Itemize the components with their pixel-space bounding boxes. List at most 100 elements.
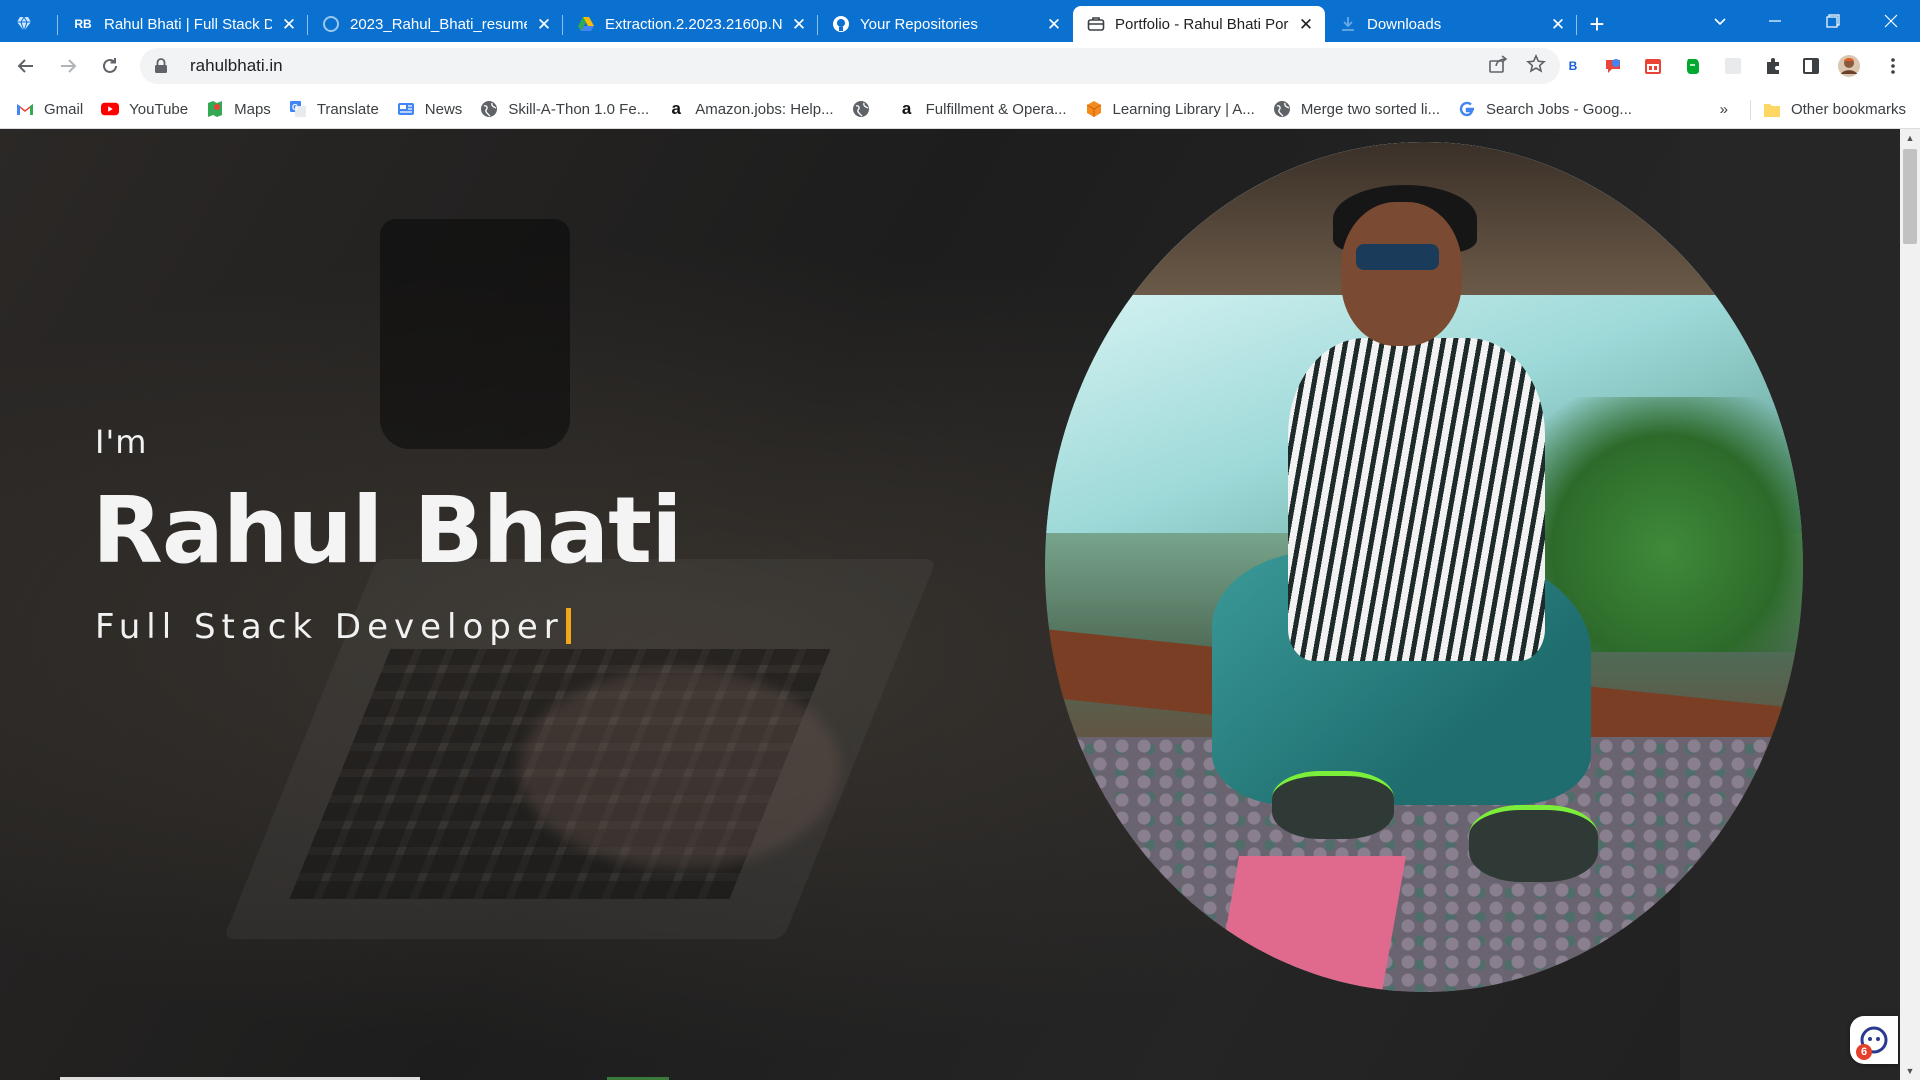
lock-icon[interactable] <box>154 58 172 74</box>
back-button[interactable] <box>6 46 46 86</box>
scroll-up-arrow[interactable]: ▲ <box>1900 129 1920 147</box>
reload-button[interactable] <box>90 46 130 86</box>
tab-title: Extraction.2.2023.2160p.N <box>605 15 782 33</box>
chat-extension-icon[interactable] <box>1598 42 1628 90</box>
bookmark-maps[interactable]: Maps <box>206 100 271 118</box>
side-panel-icon[interactable] <box>1796 42 1826 90</box>
tab-search-button[interactable] <box>1700 0 1740 42</box>
restore-button[interactable] <box>1810 0 1856 42</box>
calendar-extension-icon[interactable] <box>1638 42 1668 90</box>
restore-icon <box>1826 14 1840 28</box>
globe-icon <box>1273 100 1291 118</box>
scroll-down-arrow[interactable]: ▼ <box>1900 1062 1920 1080</box>
translate-icon: G <box>289 100 307 118</box>
bookmark-label: News <box>424 100 463 118</box>
tab-title: Downloads <box>1367 15 1442 33</box>
bookmarks-right: » Other bookmarks <box>1720 90 1906 129</box>
blank-extension-icon[interactable] <box>1718 42 1748 90</box>
background-hand <box>520 669 840 869</box>
hero-role-line: Full Stack Developer <box>95 607 571 647</box>
hero-role: Full Stack Developer <box>95 607 564 647</box>
profile-avatar[interactable] <box>1834 42 1864 90</box>
tab-downloads[interactable]: Downloads ✕ <box>1325 6 1577 42</box>
bookmark-label: Fulfillment & Opera... <box>925 100 1067 118</box>
globe-icon <box>852 100 870 118</box>
bookmark-globe[interactable] <box>852 100 880 118</box>
photo-shirt <box>1287 337 1546 661</box>
chat-notification-badge: 6 <box>1856 1044 1872 1060</box>
menu-kebab-icon[interactable] <box>1878 42 1908 90</box>
bookmark-youtube[interactable]: YouTube <box>101 100 188 118</box>
reload-icon <box>103 58 117 73</box>
bookmark-label: Learning Library | A... <box>1112 100 1255 118</box>
tab-portfolio[interactable]: Portfolio - Rahul Bhati Por ✕ <box>1073 6 1325 42</box>
page-scrollbar[interactable]: ▲ ▼ <box>1900 129 1920 1080</box>
bookmark-gmail[interactable]: Gmail <box>16 100 83 118</box>
new-tab-button[interactable]: + <box>1577 6 1617 42</box>
forward-button[interactable] <box>48 46 88 86</box>
tab-title: Portfolio - Rahul Bhati Por <box>1115 15 1289 33</box>
tab-title: Your Repositories <box>860 15 978 33</box>
github-icon <box>832 15 850 33</box>
google-icon <box>1458 100 1476 118</box>
tab-close-button[interactable]: ✕ <box>790 15 808 33</box>
bookmark-label: Amazon.jobs: Help... <box>695 100 834 118</box>
bookmarks-divider <box>1749 99 1751 120</box>
bookmark-learning-library[interactable]: Learning Library | A... <box>1085 100 1255 118</box>
globe-icon <box>480 100 498 118</box>
tab-pinned[interactable] <box>0 6 58 42</box>
evernote-extension-icon[interactable] <box>1678 42 1708 90</box>
tab-close-button[interactable]: ✕ <box>1549 15 1567 33</box>
photo-sunglasses <box>1355 244 1440 270</box>
bookmark-merge-sorted[interactable]: Merge two sorted li... <box>1273 100 1440 118</box>
close-window-button[interactable] <box>1868 0 1914 42</box>
close-icon <box>1884 14 1898 28</box>
bookmarks-overflow-button[interactable]: » <box>1720 101 1728 118</box>
svg-text:G: G <box>292 103 298 112</box>
photo-shoe-right <box>1469 805 1599 882</box>
bookmark-search-jobs[interactable]: Search Jobs - Goog... <box>1458 100 1632 118</box>
omnibox-actions <box>1488 48 1546 84</box>
address-bar[interactable]: rahulbhati.in <box>140 48 1560 84</box>
tab-repositories[interactable]: Your Repositories ✕ <box>818 6 1073 42</box>
tab-close-button[interactable]: ✕ <box>280 15 298 33</box>
tab-strip: RB Rahul Bhati | Full Stack Dev ✕ 2023_R… <box>0 0 1920 42</box>
hero-intro: I'm <box>95 423 148 461</box>
hero-name: Rahul Bhati <box>92 477 683 584</box>
bookmark-amazon-jobs[interactable]: a Amazon.jobs: Help... <box>667 99 834 118</box>
portfolio-hero: I'm Rahul Bhati Full Stack Developer 6 <box>0 129 1900 1080</box>
bookmark-label: Merge two sorted li... <box>1300 100 1441 118</box>
bookmark-news[interactable]: News <box>397 100 463 118</box>
arrow-left-icon <box>17 59 33 73</box>
amazon-icon: a <box>901 99 912 118</box>
bookmark-star-icon[interactable] <box>1526 53 1546 79</box>
chat-widget-button[interactable]: 6 <box>1850 1016 1898 1064</box>
photo-head <box>1340 201 1462 346</box>
cube-icon <box>1085 100 1103 118</box>
youtube-icon <box>101 100 120 118</box>
tab-rahul-bhati[interactable]: RB Rahul Bhati | Full Stack Dev ✕ <box>58 6 308 42</box>
tab-title: 2023_Rahul_Bhati_resume <box>350 15 527 33</box>
tab-close-button[interactable]: ✕ <box>1045 15 1063 33</box>
tab-resume[interactable]: 2023_Rahul_Bhati_resume ✕ <box>308 6 563 42</box>
other-bookmarks-folder[interactable]: Other bookmarks <box>1763 101 1906 119</box>
bookmark-label: Skill-A-Thon 1.0 Fe... <box>508 100 650 118</box>
news-icon <box>397 100 415 118</box>
tab-close-button[interactable]: ✕ <box>1297 15 1315 33</box>
bookmark-skill-a-thon[interactable]: Skill-A-Thon 1.0 Fe... <box>480 100 649 118</box>
bookmark-translate[interactable]: G Translate <box>289 100 379 118</box>
tab-extraction[interactable]: Extraction.2.2023.2160p.N ✕ <box>563 6 818 42</box>
extensions-puzzle-icon[interactable] <box>1758 42 1788 90</box>
arrow-right-icon <box>61 59 77 73</box>
url-text[interactable]: rahulbhati.in <box>190 56 283 76</box>
bookmark-fulfillment[interactable]: a Fulfillment & Opera... <box>898 99 1067 118</box>
tab-title: Rahul Bhati | Full Stack Dev <box>104 15 272 33</box>
share-icon[interactable] <box>1488 54 1508 79</box>
briefcase-icon <box>1087 15 1105 33</box>
tab-close-button[interactable]: ✕ <box>535 15 553 33</box>
bitwarden-extension-icon[interactable]: B <box>1558 42 1588 90</box>
minimize-button[interactable] <box>1752 0 1798 42</box>
tab-separator <box>1576 15 1577 35</box>
amazon-icon: a <box>671 99 681 118</box>
scroll-thumb[interactable] <box>1903 149 1917 244</box>
